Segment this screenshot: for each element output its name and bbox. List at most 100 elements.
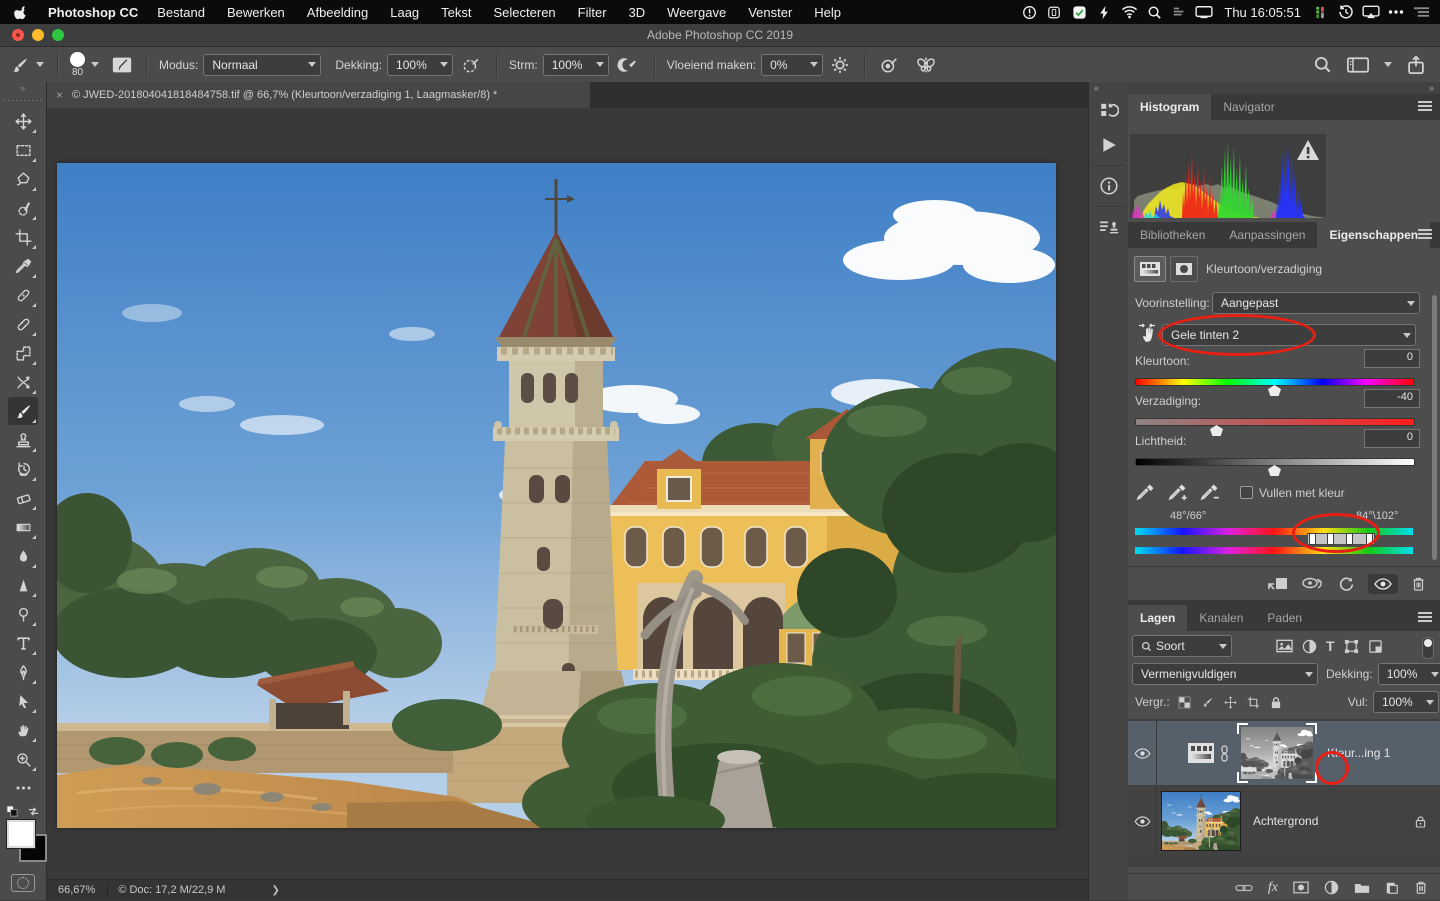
layers-panel-menu-icon[interactable] — [1418, 612, 1432, 623]
filter-adjustment-layers-icon[interactable] — [1302, 639, 1317, 654]
marquee-tool[interactable] — [8, 136, 38, 164]
toolbar-collapse-icon[interactable]: » — [0, 82, 46, 94]
crop-tool[interactable] — [8, 223, 38, 251]
menu-3d[interactable]: 3D — [618, 5, 657, 20]
new-group-icon[interactable] — [1354, 881, 1370, 894]
stack-icon[interactable] — [1170, 4, 1188, 20]
todo-check-icon[interactable] — [1070, 4, 1088, 20]
lightness-slider-thumb[interactable] — [1268, 465, 1281, 476]
clip-to-layer-icon[interactable] — [1268, 576, 1288, 592]
layer-style-icon[interactable]: fx — [1268, 880, 1278, 896]
brush-size-preview[interactable]: 80 — [70, 52, 85, 78]
layer-visibility-icon[interactable] — [1134, 748, 1151, 759]
default-colors-icon[interactable] — [6, 805, 19, 818]
targeted-adjustment-icon[interactable] — [1136, 322, 1158, 344]
dock-collapse-icon[interactable]: « — [1089, 82, 1129, 94]
filter-pixel-layers-icon[interactable] — [1276, 639, 1293, 653]
menu-clock[interactable]: Thu 16:05:51 — [1220, 5, 1305, 20]
swap-colors-icon[interactable] — [27, 805, 40, 818]
blur-tool[interactable] — [8, 542, 38, 570]
workspace-chevron-icon[interactable] — [1384, 62, 1392, 67]
menu-bestand[interactable]: Bestand — [146, 5, 216, 20]
clone-stamp-tool[interactable] — [8, 426, 38, 454]
spotlight-icon[interactable] — [1145, 4, 1163, 20]
menu-help[interactable]: Help — [803, 5, 852, 20]
clone-source-panel-icon[interactable] — [1089, 210, 1129, 244]
layer-thumbnail[interactable] — [1161, 791, 1241, 851]
list-icon[interactable] — [1412, 4, 1430, 20]
panel-dock-expand-icon[interactable]: » — [1128, 82, 1440, 94]
tab-navigator[interactable]: Navigator — [1211, 94, 1286, 120]
type-tool[interactable] — [8, 629, 38, 657]
lock-artboard-icon[interactable] — [1247, 696, 1260, 709]
tab-aanpassingen[interactable]: Aanpassingen — [1217, 222, 1317, 248]
add-adjustment-icon[interactable] — [1324, 880, 1339, 895]
status-chevron-icon[interactable]: ❯ — [271, 885, 279, 896]
layer-visibility-icon[interactable] — [1134, 816, 1151, 827]
history-brush-tool[interactable] — [8, 455, 38, 483]
filter-shape-layers-icon[interactable] — [1344, 639, 1359, 654]
preset-select[interactable]: Aangepast — [1212, 292, 1420, 314]
eraser-tool[interactable] — [8, 484, 38, 512]
move-tool[interactable] — [8, 107, 38, 135]
blend-mode-select[interactable]: Normaal — [203, 54, 321, 76]
shortcut-icon[interactable] — [1020, 4, 1038, 20]
layer-filter-toggle[interactable] — [1422, 637, 1434, 659]
menu-photoshop[interactable]: Photoshop CC — [37, 5, 146, 20]
menu-weergave[interactable]: Weergave — [656, 5, 737, 20]
edit-toolbar-icon[interactable] — [8, 774, 38, 802]
brush-panel-toggle-icon[interactable] — [111, 55, 133, 75]
search-icon[interactable] — [1313, 55, 1332, 74]
eyedropper-minus-icon[interactable] — [1200, 482, 1220, 502]
hue-slider-thumb[interactable] — [1268, 385, 1281, 396]
phone-icon[interactable] — [1045, 4, 1063, 20]
lock-position-icon[interactable] — [1224, 696, 1237, 709]
sharpen-tool[interactable] — [8, 571, 38, 599]
content-aware-move-tool[interactable] — [8, 368, 38, 396]
quick-selection-tool[interactable] — [8, 194, 38, 222]
display-icon[interactable] — [1195, 4, 1213, 20]
menu-selecteren[interactable]: Selecteren — [483, 5, 567, 20]
hue-slider[interactable] — [1135, 378, 1415, 386]
workspace-switcher-icon[interactable] — [1346, 56, 1370, 74]
layers-opacity-select[interactable]: 100% — [1378, 663, 1440, 685]
histogram-warning-icon[interactable] — [1296, 139, 1320, 161]
hue-value-field[interactable]: 0 — [1364, 349, 1420, 368]
layer-name[interactable]: Kleur...ing 1 — [1327, 746, 1390, 760]
adjustment-layer-thumbnail[interactable] — [1187, 742, 1215, 764]
tab-eigenschappen[interactable]: Eigenschappen — [1317, 222, 1430, 248]
tab-paden[interactable]: Paden — [1255, 605, 1314, 631]
tab-kanalen[interactable]: Kanalen — [1187, 605, 1255, 631]
dodge-tool[interactable] — [8, 600, 38, 628]
eyedropper-plus-icon[interactable] — [1168, 482, 1188, 502]
filter-smart-objects-icon[interactable] — [1368, 639, 1383, 654]
menu-afbeelding[interactable]: Afbeelding — [296, 5, 379, 20]
zoom-tool[interactable] — [8, 745, 38, 773]
colorize-checkbox[interactable] — [1240, 486, 1253, 499]
time-machine-icon[interactable] — [1337, 4, 1355, 20]
actions-panel-icon[interactable] — [1089, 128, 1129, 162]
add-mask-icon[interactable] — [1293, 881, 1309, 894]
smoothing-select[interactable]: 0% — [761, 54, 823, 76]
canvas-pasteboard[interactable] — [46, 108, 1088, 880]
properties-panel-menu-icon[interactable] — [1418, 229, 1432, 240]
menu-laag[interactable]: Laag — [379, 5, 430, 20]
fill-select[interactable]: 100% — [1373, 691, 1439, 713]
pen-tool[interactable] — [8, 658, 38, 686]
tool-preset-chevron-icon[interactable] — [36, 62, 44, 67]
tab-bibliotheken[interactable]: Bibliotheken — [1128, 222, 1217, 248]
layer-mask-thumbnail[interactable] — [1241, 727, 1313, 779]
layer-filter-select[interactable]: Soort — [1132, 635, 1232, 657]
path-selection-tool[interactable] — [8, 687, 38, 715]
saturation-slider-thumb[interactable] — [1210, 425, 1223, 436]
menu-filter[interactable]: Filter — [567, 5, 618, 20]
new-layer-icon[interactable] — [1385, 881, 1399, 895]
airbrush-icon[interactable] — [617, 56, 639, 74]
document-tab[interactable]: × © JWED-201804041818484758.tif @ 66,7% … — [46, 82, 590, 108]
lightness-slider[interactable] — [1135, 458, 1415, 466]
flow-select[interactable]: 100% — [543, 54, 609, 76]
layer-row-adjustment[interactable]: Kleur...ing 1 — [1128, 721, 1440, 785]
hue-range-control[interactable] — [1307, 533, 1375, 545]
menu-venster[interactable]: Venster — [737, 5, 803, 20]
lightness-value-field[interactable]: 0 — [1364, 429, 1420, 448]
